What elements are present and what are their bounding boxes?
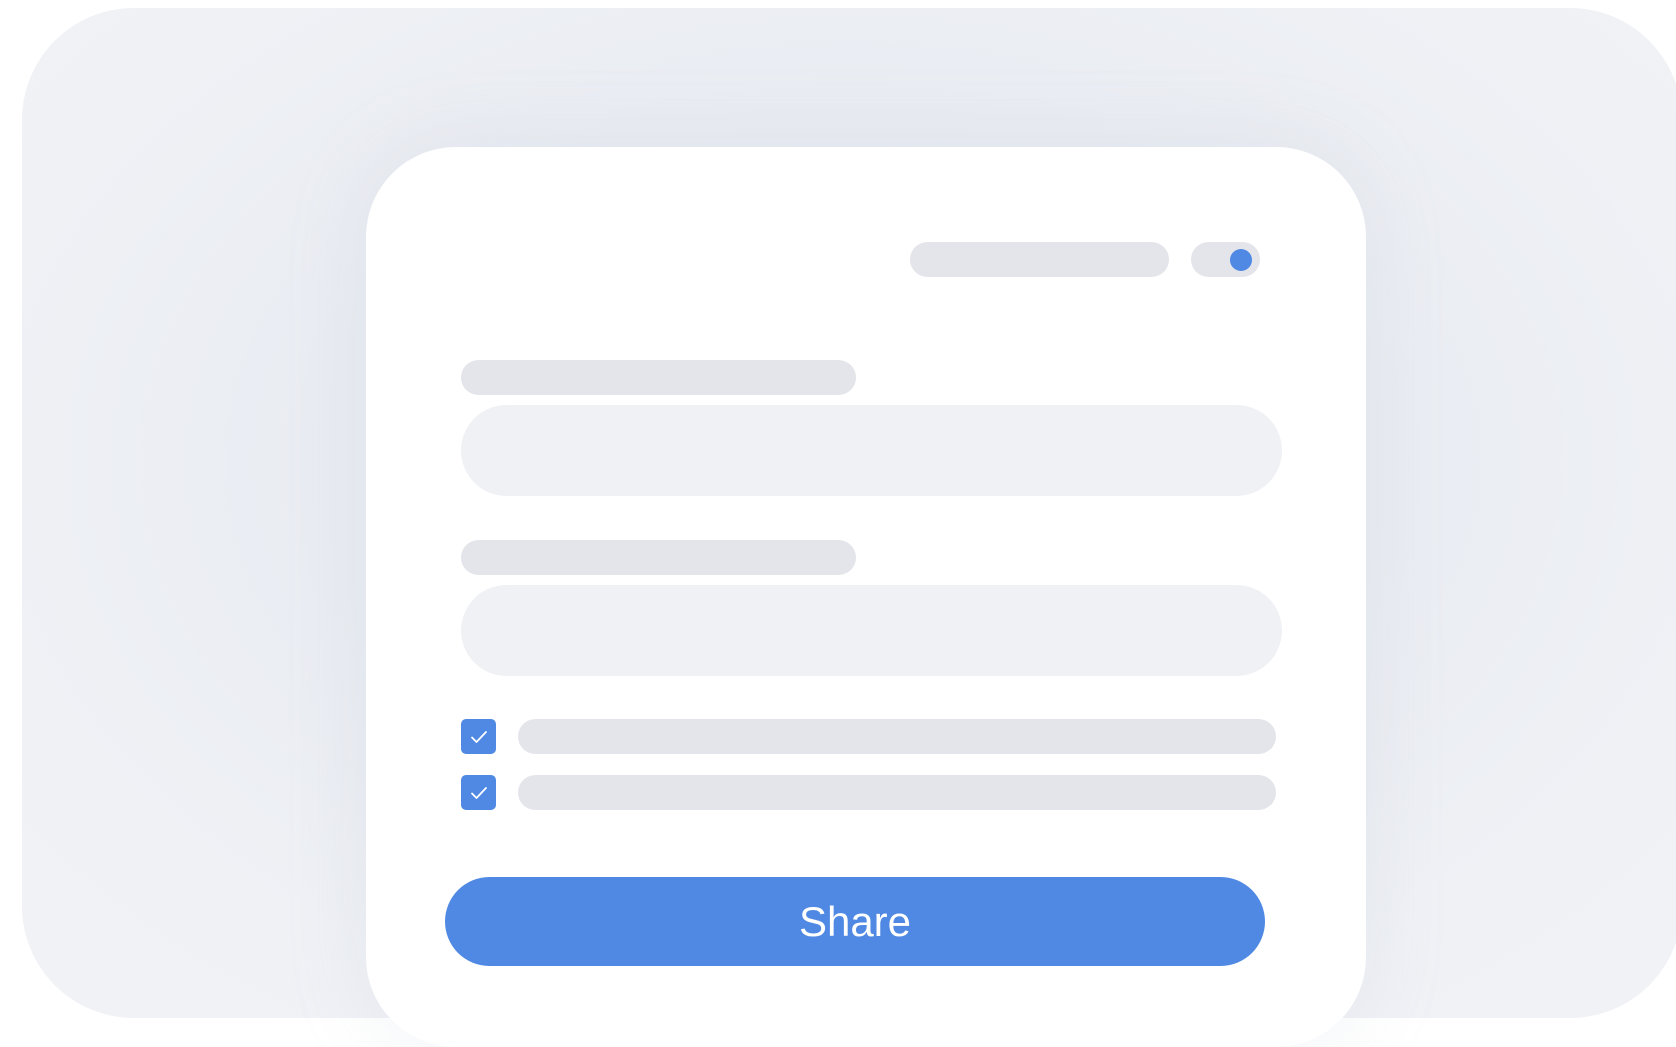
field-1-input[interactable]	[461, 405, 1282, 496]
checkmark-icon	[470, 786, 487, 799]
header-toggle[interactable]	[1191, 242, 1260, 277]
checkbox-1-label-placeholder	[518, 719, 1276, 754]
field-2-label-placeholder	[461, 540, 856, 575]
share-button[interactable]: Share	[445, 877, 1265, 966]
field-1-label-placeholder	[461, 360, 856, 395]
field-2-input[interactable]	[461, 585, 1282, 676]
checkbox-2[interactable]	[461, 775, 496, 810]
toggle-knob-icon	[1230, 249, 1252, 271]
checkmark-icon	[470, 730, 487, 743]
checkbox-1[interactable]	[461, 719, 496, 754]
checkbox-2-label-placeholder	[518, 775, 1276, 810]
header-label-placeholder	[910, 242, 1169, 277]
